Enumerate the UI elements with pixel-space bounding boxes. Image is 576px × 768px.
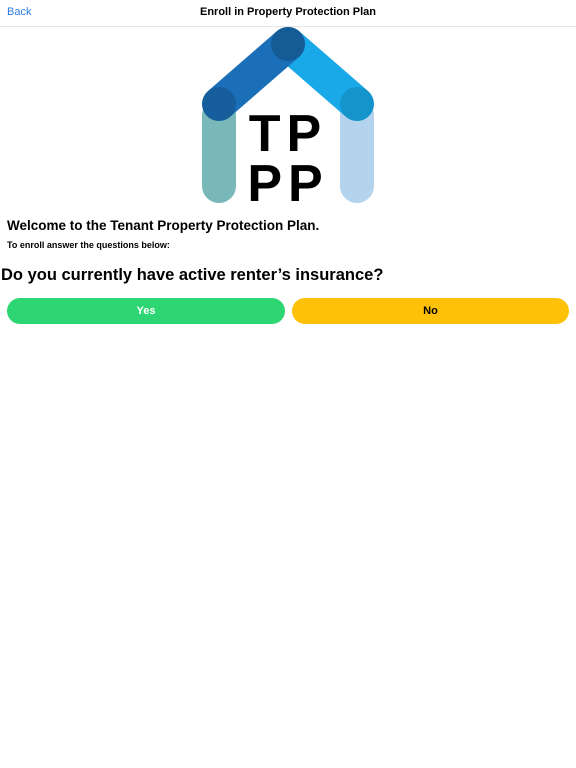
tppp-logo: TP PP: [202, 27, 374, 206]
logo-left-joint: [202, 87, 236, 121]
insurance-question: Do you currently have active renter’s in…: [1, 266, 384, 284]
logo-right-joint: [340, 87, 374, 121]
no-button[interactable]: No: [292, 298, 569, 324]
yes-button[interactable]: Yes: [7, 298, 285, 324]
logo-roof-peak: [271, 27, 305, 61]
page-title: Enroll in Property Protection Plan: [199, 6, 377, 18]
instructions-text: To enroll answer the questions below:: [7, 240, 170, 250]
welcome-heading: Welcome to the Tenant Property Protectio…: [7, 218, 320, 233]
logo-text-line2: PP: [247, 155, 328, 206]
